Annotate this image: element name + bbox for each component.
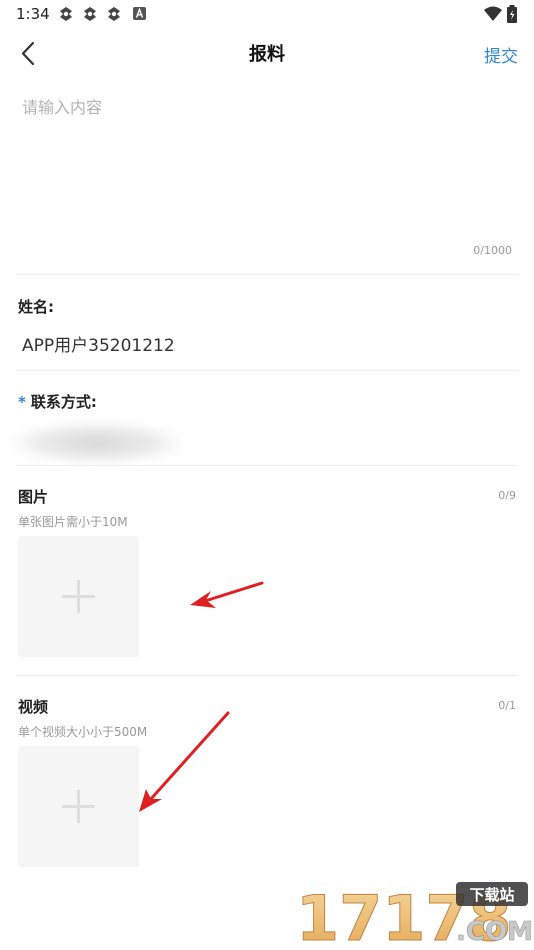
notification-icon: [108, 7, 120, 21]
divider: [16, 465, 518, 466]
contact-label: * 联系方式:: [18, 391, 97, 412]
watermark-domain: .COM: [456, 917, 532, 947]
videos-hint: 单个视频大小小于500M: [18, 725, 148, 739]
images-title: 图片: [18, 488, 49, 506]
arrow-icon: [190, 581, 264, 608]
char-counter: 0/1000: [473, 244, 512, 257]
add-video-button[interactable]: [18, 746, 139, 867]
name-field[interactable]: APP用户35201212: [22, 331, 175, 356]
divider: [16, 370, 518, 371]
watermark-logo: 17178 下载站 .COM: [296, 882, 533, 949]
videos-count: 0/1: [498, 699, 516, 712]
watermark-badge: 下载站: [469, 886, 514, 904]
add-image-button[interactable]: [18, 536, 139, 657]
name-label: 姓名:: [18, 298, 54, 316]
status-time: 1:34: [16, 5, 50, 23]
submit-button[interactable]: 提交: [484, 42, 518, 67]
notification-icon: [60, 7, 72, 21]
divider: [16, 274, 518, 275]
arrow-icon: [139, 711, 230, 812]
images-count: 0/9: [498, 489, 516, 502]
battery-icon: [507, 5, 517, 23]
contact-label-text: 联系方式:: [30, 393, 97, 411]
videos-title: 视频: [18, 698, 49, 716]
wifi-icon: [484, 6, 502, 21]
divider: [16, 675, 518, 676]
app-a-icon: [133, 7, 146, 20]
content-input[interactable]: [16, 88, 518, 264]
required-mark: *: [18, 393, 26, 411]
notification-icon: [84, 7, 96, 21]
page-title: 报料: [249, 44, 285, 65]
contact-field[interactable]: [12, 422, 182, 464]
images-hint: 单张图片需小于10M: [18, 515, 128, 529]
status-bar: 1:34: [0, 0, 534, 28]
